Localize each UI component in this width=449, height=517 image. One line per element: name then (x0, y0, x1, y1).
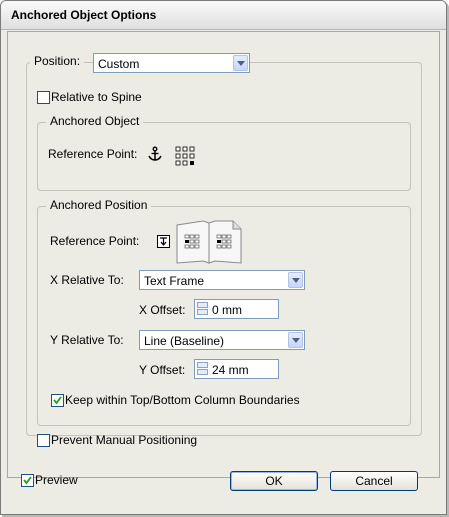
dialog-title: Anchored Object Options (11, 8, 157, 22)
chevron-down-icon[interactable] (233, 55, 248, 71)
keep-within-label: Keep within Top/Bottom Column Boundaries (65, 393, 300, 407)
stepper-down-icon[interactable] (197, 369, 208, 375)
y-offset-field[interactable]: 24 mm (194, 359, 279, 379)
cancel-button[interactable]: Cancel (330, 471, 418, 491)
chevron-down-icon[interactable] (288, 272, 303, 288)
preview-label: Preview (35, 473, 78, 487)
reference-point-proxy[interactable] (175, 146, 195, 169)
prevent-manual-positioning-checkbox[interactable] (37, 434, 50, 447)
stepper-up-icon[interactable] (197, 362, 208, 368)
position-select-value: Custom (98, 57, 140, 71)
prevent-manual-positioning-label: Prevent Manual Positioning (51, 433, 198, 447)
title-bar[interactable]: Anchored Object Options (1, 1, 446, 30)
x-offset-stepper[interactable] (197, 302, 208, 316)
position-select[interactable]: Custom (93, 53, 250, 73)
relative-to-spine-checkbox[interactable] (37, 91, 50, 104)
ok-button[interactable]: OK (230, 471, 318, 491)
anchored-object-options-dialog: Anchored Object Options Position: Custom… (0, 0, 447, 515)
anchored-object-reference-point-label: Reference Point: (48, 147, 138, 161)
stepper-down-icon[interactable] (197, 309, 208, 315)
x-offset-value: 0 mm (212, 303, 242, 317)
y-relative-to-value: Line (Baseline) (144, 334, 225, 348)
text-anchor-icon (157, 235, 170, 251)
y-offset-stepper[interactable] (197, 362, 208, 376)
x-relative-to-select[interactable]: Text Frame (139, 270, 305, 290)
keep-within-checkbox[interactable] (51, 394, 64, 407)
x-offset-label: X Offset: (139, 303, 186, 317)
position-label: Position: (30, 54, 85, 68)
anchored-object-title: Anchored Object (46, 114, 144, 128)
dialog-content: Position: Custom Relative to Spine Ancho… (7, 31, 440, 478)
anchor-icon (147, 146, 163, 165)
spread-reference-point-proxy[interactable] (175, 219, 243, 264)
y-relative-to-select[interactable]: Line (Baseline) (139, 330, 305, 350)
relative-to-spine-label: Relative to Spine (51, 90, 142, 104)
y-offset-label: Y Offset: (139, 363, 186, 377)
y-offset-value: 24 mm (212, 363, 249, 377)
chevron-down-icon[interactable] (288, 332, 303, 348)
x-relative-to-label: X Relative To: (50, 273, 124, 287)
anchored-position-title: Anchored Position (46, 198, 152, 212)
y-relative-to-label: Y Relative To: (50, 333, 124, 347)
preview-checkbox[interactable] (21, 474, 34, 487)
x-offset-field[interactable]: 0 mm (194, 299, 279, 319)
anchored-position-reference-point-label: Reference Point: (50, 234, 140, 248)
x-relative-to-value: Text Frame (144, 274, 205, 288)
stepper-up-icon[interactable] (197, 302, 208, 308)
